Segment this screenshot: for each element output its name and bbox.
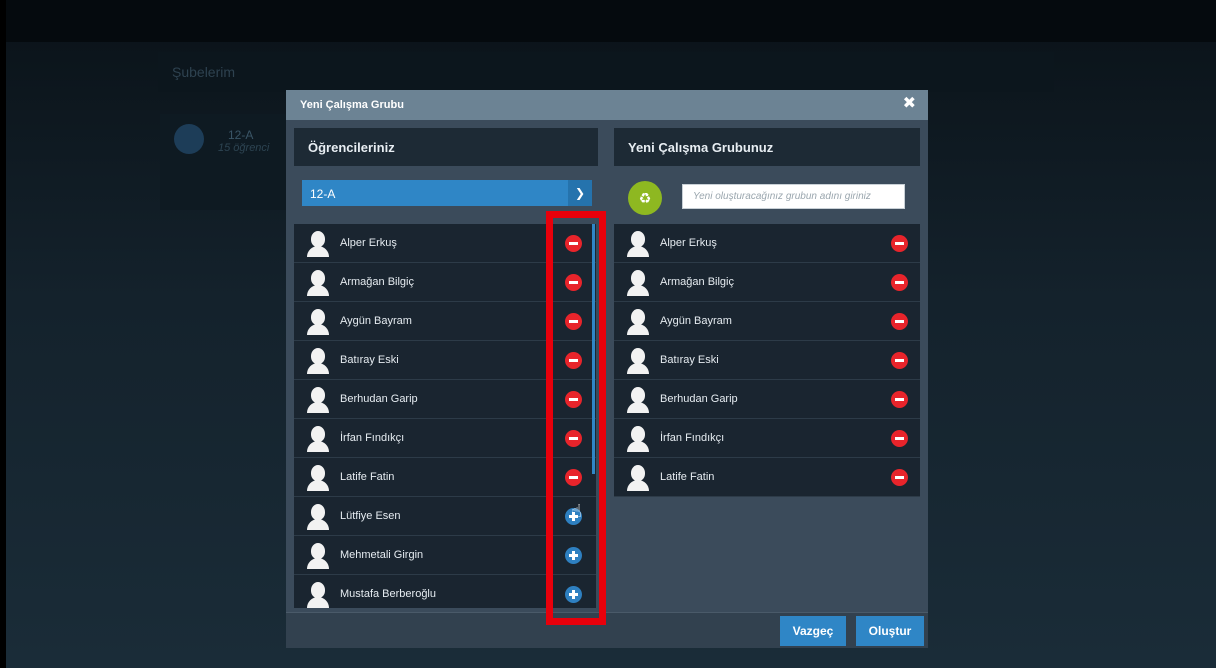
modal-title: Yeni Çalışma Grubu <box>300 99 404 111</box>
avatar-icon <box>626 270 650 296</box>
remove-student-icon[interactable] <box>891 274 908 291</box>
group-members-list: Alper Erkuş Armağan Bilgiç Aygün Bayram Bat… <box>614 224 920 497</box>
add-student-icon[interactable] <box>565 547 582 564</box>
group-member-row: Aygün Bayram <box>614 302 920 341</box>
background-card-name: 12-A <box>228 128 254 142</box>
avatar-icon <box>306 387 330 413</box>
student-name: Batıray Eski <box>340 354 399 366</box>
student-row: Mustafa Berberoğlu <box>294 575 596 608</box>
student-row: Lütfiye Esen <box>294 497 596 536</box>
avatar-icon <box>306 465 330 491</box>
student-name: Latife Fatin <box>660 471 715 483</box>
class-select[interactable]: 12-A ❯ <box>302 180 592 206</box>
group-panel-header: Yeni Çalışma Grubunuz <box>614 128 920 166</box>
student-name: Berhudan Garip <box>660 393 738 405</box>
avatar-icon <box>626 348 650 374</box>
student-name: Lütfiye Esen <box>340 510 401 522</box>
group-member-row: Armağan Bilgiç <box>614 263 920 302</box>
avatar-icon <box>306 270 330 296</box>
student-name: Mehmetali Girgin <box>340 549 424 561</box>
remove-student-icon[interactable] <box>565 469 582 486</box>
student-row: Berhudan Garip <box>294 380 596 419</box>
student-name: Mustafa Berberoğlu <box>340 588 436 600</box>
student-name: İrfan Fındıkçı <box>340 432 405 444</box>
remove-student-icon[interactable] <box>891 430 908 447</box>
background-section-title: Şubelerim <box>172 64 236 80</box>
remove-student-icon[interactable] <box>565 313 582 330</box>
avatar-icon <box>306 504 330 530</box>
student-name: Alper Erkuş <box>340 237 397 249</box>
student-name: Alper Erkuş <box>660 237 717 249</box>
student-row: Batıray Eski <box>294 341 596 380</box>
class-select-value: 12-A <box>310 187 336 201</box>
avatar-icon <box>626 231 650 257</box>
students-list: Alper Erkuş Armağan Bilgiç Aygün Bayram Bat… <box>294 224 596 608</box>
background-card-count: 15 öğrenci <box>218 142 270 154</box>
avatar-icon <box>306 426 330 452</box>
avatar-icon <box>306 582 330 608</box>
remove-student-icon[interactable] <box>891 469 908 486</box>
remove-student-icon[interactable] <box>565 391 582 408</box>
student-name: Aygün Bayram <box>340 315 412 327</box>
remove-student-icon[interactable] <box>891 352 908 369</box>
hand-cursor-icon: ☝ <box>571 501 582 521</box>
class-icon <box>174 124 204 154</box>
group-icon: ♻ <box>628 181 662 215</box>
student-name: Armağan Bilgiç <box>660 276 734 288</box>
students-panel-header: Öğrencileriniz <box>294 128 598 166</box>
student-row: İrfan Fındıkçı <box>294 419 596 458</box>
avatar-icon <box>626 387 650 413</box>
remove-student-icon[interactable] <box>565 352 582 369</box>
group-member-row: Berhudan Garip <box>614 380 920 419</box>
cancel-button[interactable]: Vazgeç <box>780 616 846 646</box>
avatar-icon <box>306 309 330 335</box>
remove-student-icon[interactable] <box>891 235 908 252</box>
student-row: Mehmetali Girgin <box>294 536 596 575</box>
student-name: Batıray Eski <box>660 354 719 366</box>
remove-student-icon[interactable] <box>891 391 908 408</box>
background-class-card: 12-A 15 öğrenci <box>160 114 290 210</box>
avatar-icon <box>306 348 330 374</box>
close-icon[interactable]: ✖ <box>903 95 916 113</box>
student-name: İrfan Fındıkçı <box>660 432 725 444</box>
remove-student-icon[interactable] <box>565 430 582 447</box>
create-button[interactable]: Oluştur <box>856 616 924 646</box>
group-member-row: Latife Fatin <box>614 458 920 497</box>
avatar-icon <box>626 465 650 491</box>
remove-student-icon[interactable] <box>565 235 582 252</box>
new-study-group-modal: Yeni Çalışma Grubu ✖ Öğrencileriniz Yeni… <box>286 90 928 648</box>
avatar-icon <box>626 309 650 335</box>
student-name: Latife Fatin <box>340 471 395 483</box>
student-row: Aygün Bayram <box>294 302 596 341</box>
student-name: Berhudan Garip <box>340 393 418 405</box>
group-member-row: Batıray Eski <box>614 341 920 380</box>
student-name: Armağan Bilgiç <box>340 276 414 288</box>
chevron-down-icon[interactable]: ❯ <box>568 180 592 206</box>
student-row: Armağan Bilgiç <box>294 263 596 302</box>
group-member-row: İrfan Fındıkçı <box>614 419 920 458</box>
student-row: Alper Erkuş <box>294 224 596 263</box>
remove-student-icon[interactable] <box>565 274 582 291</box>
add-student-icon[interactable] <box>565 586 582 603</box>
modal-header: Yeni Çalışma Grubu ✖ <box>286 90 928 120</box>
students-list-scrollbar[interactable] <box>592 224 595 474</box>
background-section-bar: Şubelerim <box>158 52 1054 92</box>
group-name-input[interactable] <box>682 184 905 209</box>
background-topbar <box>6 0 1216 42</box>
group-member-row: Alper Erkuş <box>614 224 920 263</box>
student-row: Latife Fatin <box>294 458 596 497</box>
students-panel-title: Öğrencileriniz <box>308 140 395 155</box>
avatar-icon <box>306 543 330 569</box>
avatar-icon <box>626 426 650 452</box>
student-name: Aygün Bayram <box>660 315 732 327</box>
group-panel-title: Yeni Çalışma Grubunuz <box>628 140 774 155</box>
remove-student-icon[interactable] <box>891 313 908 330</box>
avatar-icon <box>306 231 330 257</box>
